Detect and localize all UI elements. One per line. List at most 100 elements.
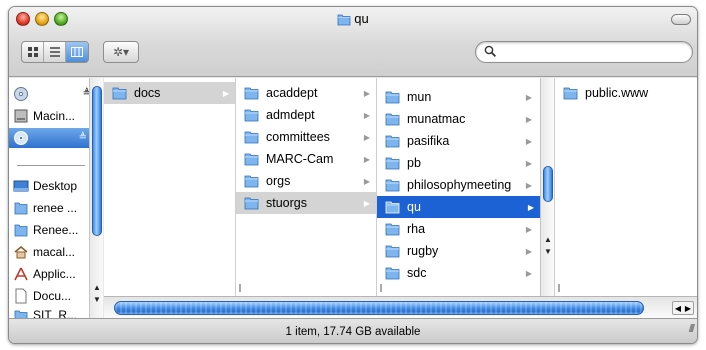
sidebar-item-renee-1[interactable]: renee ... [13, 198, 91, 218]
disclosure-arrow-icon: ▶ [363, 88, 370, 98]
item-name: acaddept [266, 86, 318, 100]
item-name: pb [407, 156, 421, 170]
search-input[interactable] [500, 44, 686, 60]
list-item[interactable]: docs ▶ [104, 82, 235, 104]
toolbar-toggle-button[interactable] [671, 14, 691, 25]
sidebar-item-home[interactable]: macal... [13, 242, 91, 262]
list-item[interactable]: orgs ▶ [236, 170, 376, 192]
sidebar-item-label: Applic... [33, 267, 76, 281]
folder-icon [244, 195, 260, 211]
disclosure-arrow-icon: ▶ [525, 114, 532, 124]
scroll-down-arrow[interactable]: ▼ [541, 246, 555, 258]
list-item[interactable]: philosophymeeting ▶ [377, 174, 554, 196]
list-item[interactable]: pb ▶ [377, 152, 554, 174]
disclosure-arrow-icon: ▶ [363, 110, 370, 120]
list-item[interactable]: committees ▶ [236, 126, 376, 148]
column-3-scroll-thumb[interactable] [543, 166, 553, 202]
scroll-down-arrow[interactable]: ▼ [90, 294, 104, 306]
item-name: public.www [585, 86, 649, 100]
scroll-up-arrow[interactable]: ▲ [90, 282, 104, 294]
list-item[interactable]: munatmac ▶ [377, 108, 554, 130]
folder-icon [563, 85, 579, 101]
sidebar-item-renee-2[interactable]: Renee... [13, 220, 91, 240]
list-item[interactable]: pasifika ▶ [377, 130, 554, 152]
sidebar-item-desktop[interactable]: Desktop [13, 176, 91, 196]
sidebar-item-macintosh[interactable]: Macin... [13, 106, 91, 126]
action-menu-button[interactable]: ✲▾ [103, 41, 139, 63]
disclosure-arrow-icon: ▶ [525, 224, 532, 234]
applications-icon [13, 266, 29, 282]
gear-icon: ✲▾ [112, 45, 130, 59]
folder-icon [244, 173, 260, 189]
folder-icon [13, 200, 29, 216]
sidebar-item-label: Macin... [33, 109, 76, 123]
resize-grip-icon[interactable]: //// [689, 316, 695, 342]
list-item[interactable]: qu ▶ [377, 196, 540, 218]
status-bar: 1 item, 17.74 GB available //// [9, 316, 697, 343]
sidebar-item-label: renee ... [33, 201, 78, 215]
disclosure-arrow-icon: ▶ [222, 88, 229, 98]
column-resize-handle[interactable] [380, 284, 382, 292]
icon-view-icon[interactable] [22, 42, 44, 62]
folder-icon [244, 107, 260, 123]
item-name: pasifika [407, 134, 450, 148]
scroll-right-arrow[interactable]: ▶ [683, 302, 693, 314]
document-icon [13, 288, 29, 304]
title-bar: qu ✲▾ [9, 7, 697, 77]
list-item[interactable]: acaddept ▶ [236, 82, 376, 104]
sidebar-scroll-thumb[interactable] [92, 86, 102, 236]
sidebar-item-documents[interactable]: Docu... [13, 286, 91, 306]
search-icon [484, 45, 497, 58]
list-view-icon[interactable] [44, 42, 66, 62]
folder-icon [112, 85, 128, 101]
horizontal-scrollbar[interactable]: ◀ ▶ [104, 296, 697, 318]
sidebar-item-disk[interactable]: ≜ [13, 84, 91, 104]
column-resize-handle[interactable] [239, 284, 241, 292]
item-name: committees [266, 130, 330, 144]
item-name: philosophymeeting [407, 178, 512, 192]
folder-icon [244, 151, 260, 167]
disclosure-arrow-icon: ▶ [527, 202, 534, 212]
eject-icon[interactable]: ≜ [79, 132, 87, 143]
sidebar-item-network-disk[interactable]: ≜ [9, 128, 91, 148]
sidebar-item-label: macal... [33, 245, 76, 259]
list-item[interactable]: rha ▶ [377, 218, 554, 240]
disclosure-arrow-icon: ▶ [525, 158, 532, 168]
disclosure-arrow-icon: ▶ [363, 154, 370, 164]
folder-icon [385, 111, 401, 127]
list-item[interactable]: mun ▶ [377, 86, 554, 108]
horizontal-scroll-thumb[interactable] [114, 301, 644, 315]
sidebar-item-label: Desktop [33, 179, 78, 193]
window-title: qu [9, 11, 697, 27]
sidebar-scrollbar[interactable]: ▲ ▼ [89, 78, 103, 318]
list-item[interactable]: rugby ▶ [377, 240, 554, 262]
column-4: public.www [555, 78, 697, 296]
disclosure-arrow-icon: ▶ [363, 132, 370, 142]
disk-icon [13, 86, 29, 102]
list-item[interactable]: admdept ▶ [236, 104, 376, 126]
item-name: munatmac [407, 112, 466, 126]
disclosure-arrow-icon: ▶ [525, 136, 532, 146]
item-name: docs [134, 86, 161, 100]
folder-icon [385, 243, 401, 259]
item-name: MARC-Cam [266, 152, 334, 166]
column-resize-handle[interactable] [558, 284, 560, 292]
view-switcher [21, 41, 89, 63]
scroll-left-arrow[interactable]: ◀ [673, 302, 683, 314]
folder-icon [385, 155, 401, 171]
column-view-icon[interactable] [66, 42, 88, 62]
sidebar-item-applications[interactable]: Applic... [13, 264, 91, 284]
folder-icon [385, 265, 401, 281]
disclosure-arrow-icon: ▶ [525, 246, 532, 256]
list-item[interactable]: MARC-Cam ▶ [236, 148, 376, 170]
search-field[interactable] [475, 41, 693, 63]
column-3-scrollbar[interactable]: ▲ ▼ [540, 78, 554, 296]
list-item[interactable]: public.www [555, 82, 697, 104]
scroll-up-arrow[interactable]: ▲ [541, 234, 555, 246]
column-3: mun ▶ munatmac ▶ pasifika ▶ pb ▶ philoso… [377, 78, 555, 296]
sidebar: ≜ Macin... ≜ Desktop renee ... Renee... … [9, 78, 103, 320]
folder-icon [337, 12, 351, 26]
list-item[interactable]: sdc ▶ [377, 262, 554, 284]
status-text: 1 item, 17.74 GB available [285, 326, 421, 338]
list-item[interactable]: stuorgs ▶ [236, 192, 376, 214]
